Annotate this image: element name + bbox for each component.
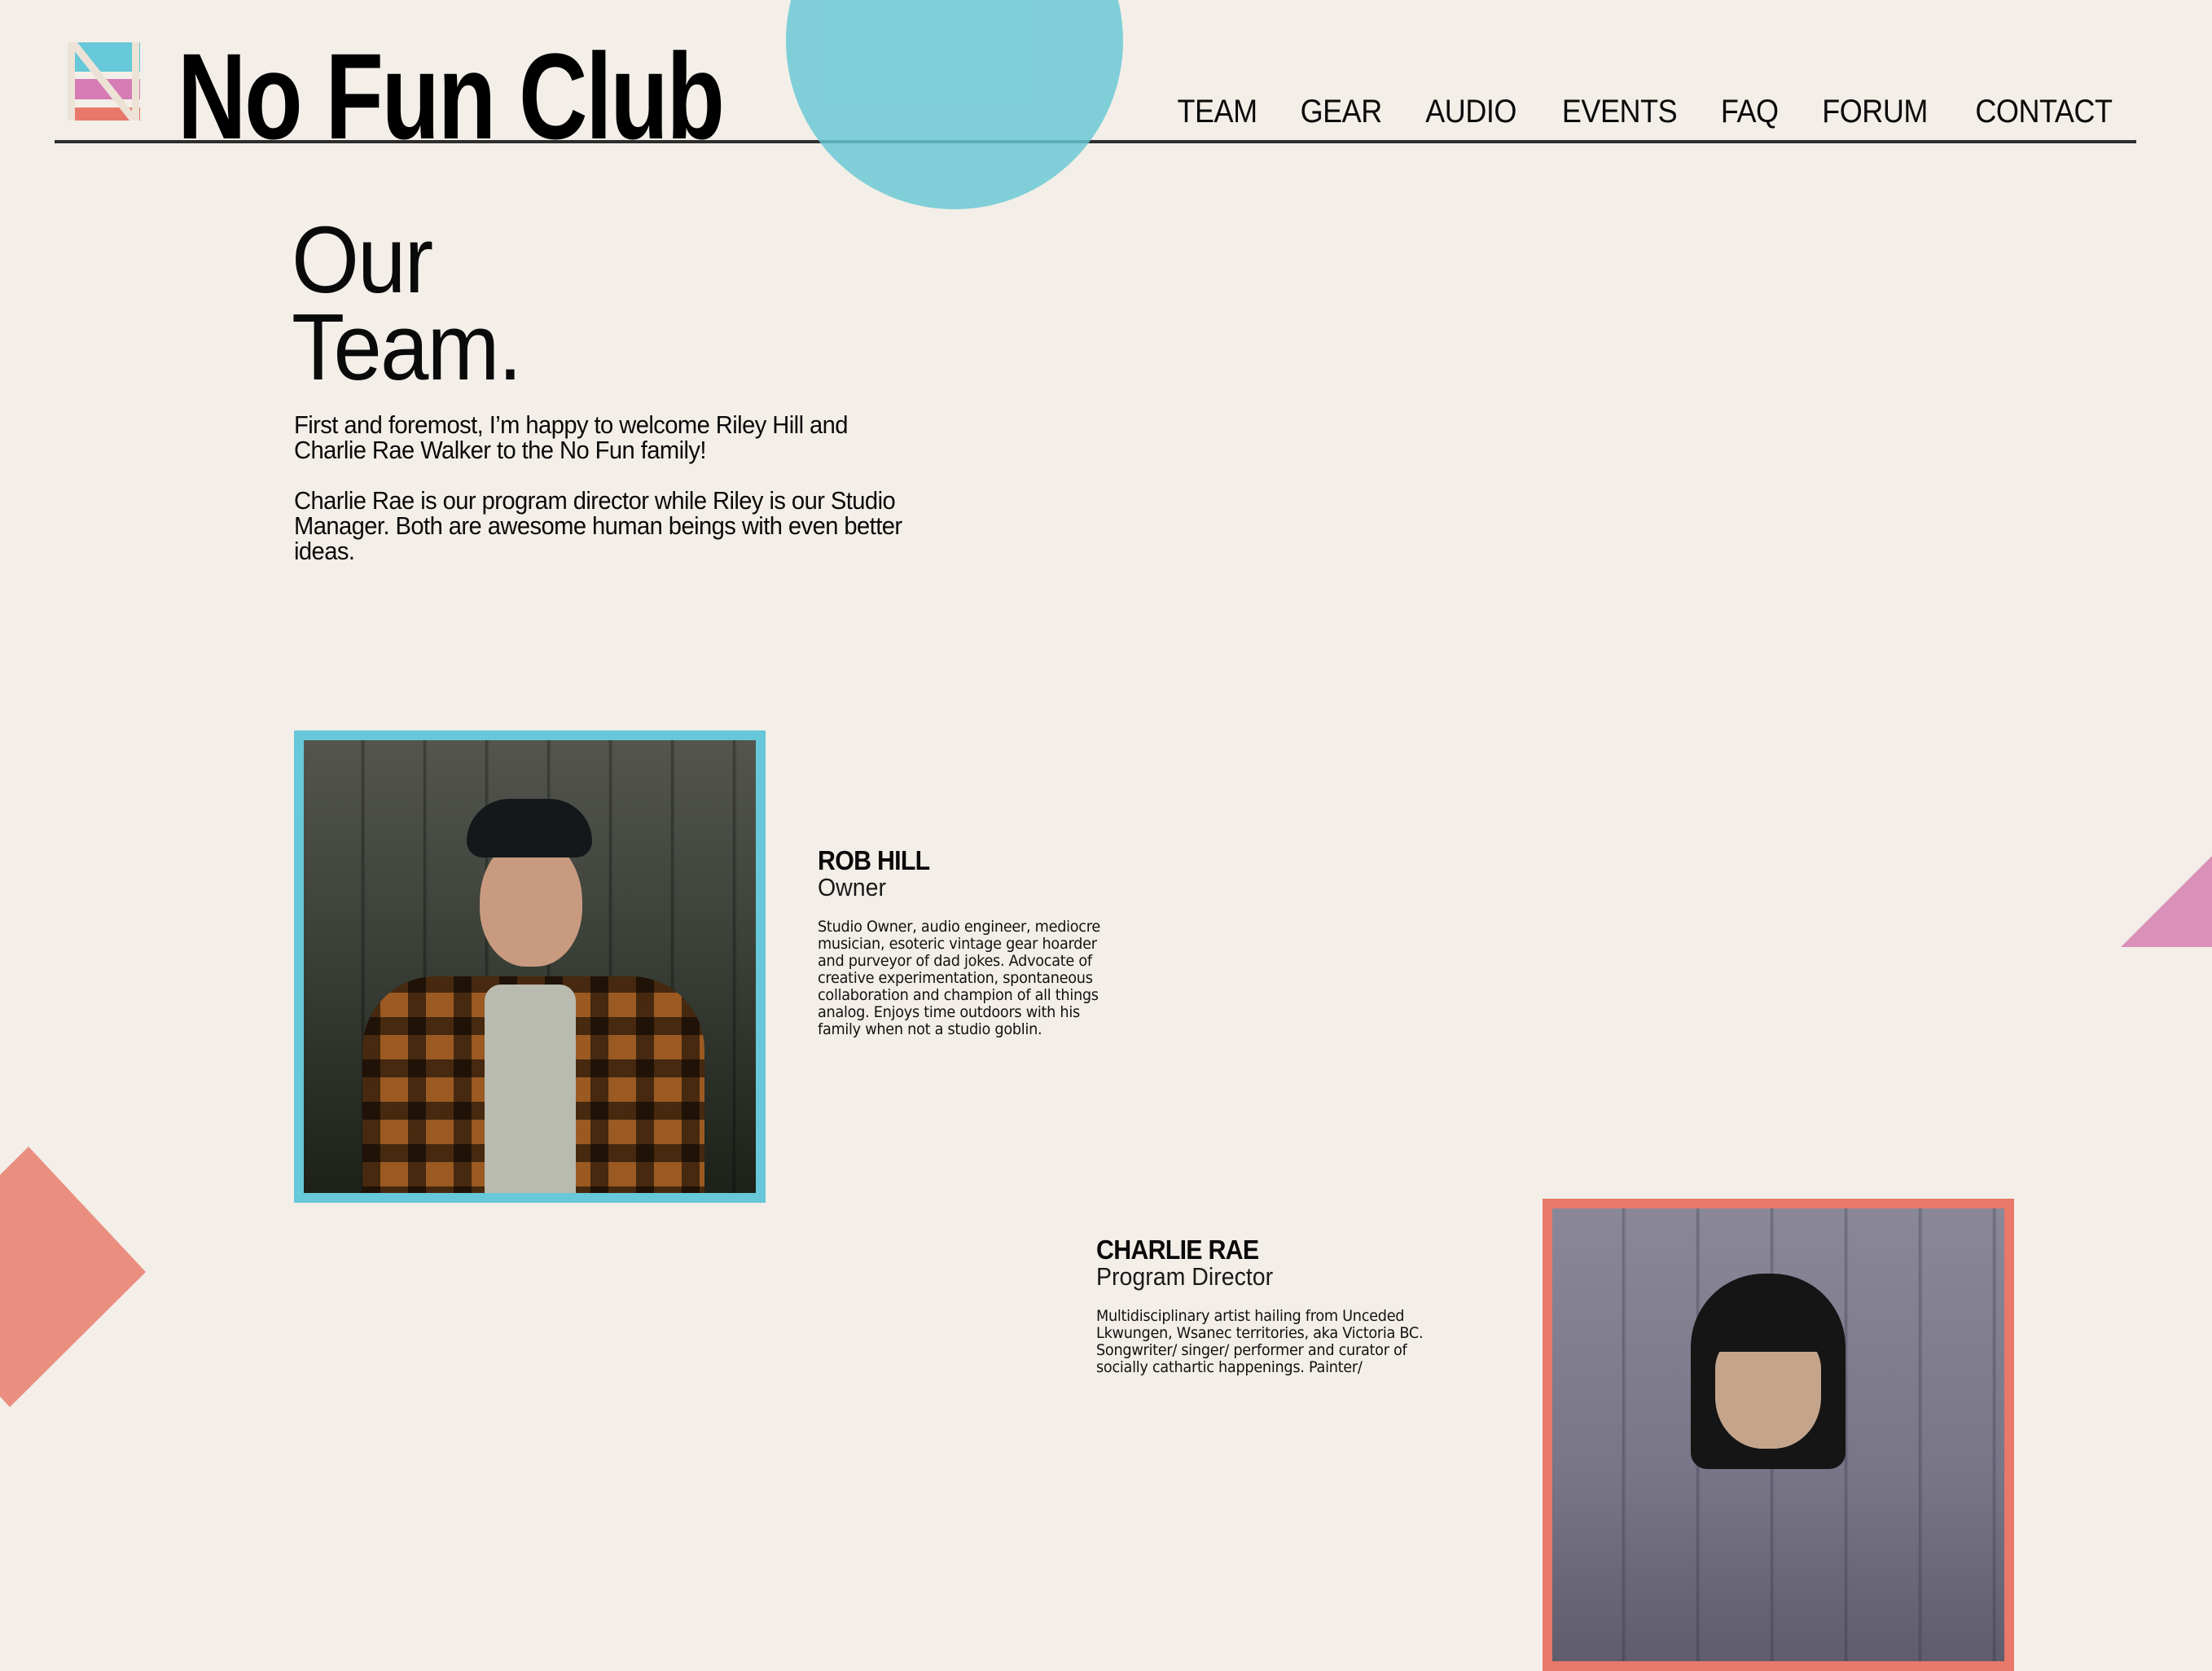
nfc-striped-n-logo-icon [68, 42, 140, 121]
intro-paragraph: First and foremost, I’m happy to welcome… [294, 410, 849, 464]
intro-paragraph: Charlie Rae is our program director whil… [294, 486, 902, 565]
bio-line: socially cathartic happenings. Painter/ [1096, 1358, 1363, 1376]
team-member-photo-charlie-rae [1543, 1199, 2014, 1671]
figure-tshirt [485, 985, 576, 1193]
intro-text: First and foremost, I’m happy to welcome… [294, 412, 906, 589]
member-name: ROB HILL [818, 845, 930, 875]
team-member-photo-rob-hill [294, 730, 766, 1203]
bio-line: creative experimentation, spontaneous [818, 969, 1093, 987]
bio-line: analog. Enjoys time outdoors with his [818, 1003, 1080, 1021]
bio-line: Studio Owner, audio engineer, mediocre [818, 918, 1100, 936]
member-role: Program Director [1096, 1262, 1274, 1291]
diamond-shape [0, 1147, 146, 1407]
page-title: Our Team. [292, 213, 522, 394]
decorative-cyan-circle [786, 0, 1123, 209]
logo-icon[interactable] [68, 42, 140, 121]
member-name: CHARLIE RAE [1096, 1235, 1259, 1265]
bio-line: family when not a studio goblin. [818, 1020, 1042, 1038]
member-bio: Multidisciplinary artist hailing from Un… [1096, 1308, 1445, 1376]
team-member-info-rob-hill: ROB HILL Owner Studio Owner, audio engin… [818, 847, 1143, 1038]
member-bio: Studio Owner, audio engineer, mediocre m… [818, 919, 1121, 1038]
nav-item-events[interactable]: EVENTS [1562, 91, 1678, 132]
bio-line: and purveyor of dad jokes. Advocate of [818, 952, 1092, 970]
nav-item-audio[interactable]: AUDIO [1425, 91, 1516, 132]
team-member-info-charlie-rae: CHARLIE RAE Program Director Multidiscip… [1096, 1235, 1424, 1376]
bio-line: Lkwungen, Wsanec territories, aka Victor… [1096, 1324, 1424, 1342]
site-wordmark[interactable]: No Fun Club [178, 31, 725, 161]
nav-item-forum[interactable]: FORUM [1822, 91, 1928, 132]
figure-beanie [467, 799, 592, 857]
nav-item-faq[interactable]: FAQ [1721, 91, 1779, 132]
nav-item-team[interactable]: TEAM [1177, 91, 1257, 132]
figure-face [1715, 1335, 1821, 1449]
decorative-pink-triangle [2121, 856, 2212, 947]
portrait-image [304, 740, 756, 1193]
portrait-image [1552, 1208, 2004, 1661]
bio-line: Multidisciplinary artist hailing from Un… [1096, 1307, 1405, 1325]
main-nav: TEAM GEAR AUDIO EVENTS FAQ FORUM CONTACT [1173, 91, 2120, 132]
bio-line: collaboration and champion of all things [818, 986, 1099, 1004]
nav-item-contact[interactable]: CONTACT [1975, 91, 2113, 132]
bio-line: Songwriter/ singer/ performer and curato… [1096, 1341, 1407, 1359]
member-role: Owner [818, 873, 887, 901]
nav-item-gear[interactable]: GEAR [1300, 91, 1382, 132]
bio-line: musician, esoteric vintage gear hoarder [818, 935, 1097, 953]
page-title-line-2: Team. [292, 294, 522, 400]
